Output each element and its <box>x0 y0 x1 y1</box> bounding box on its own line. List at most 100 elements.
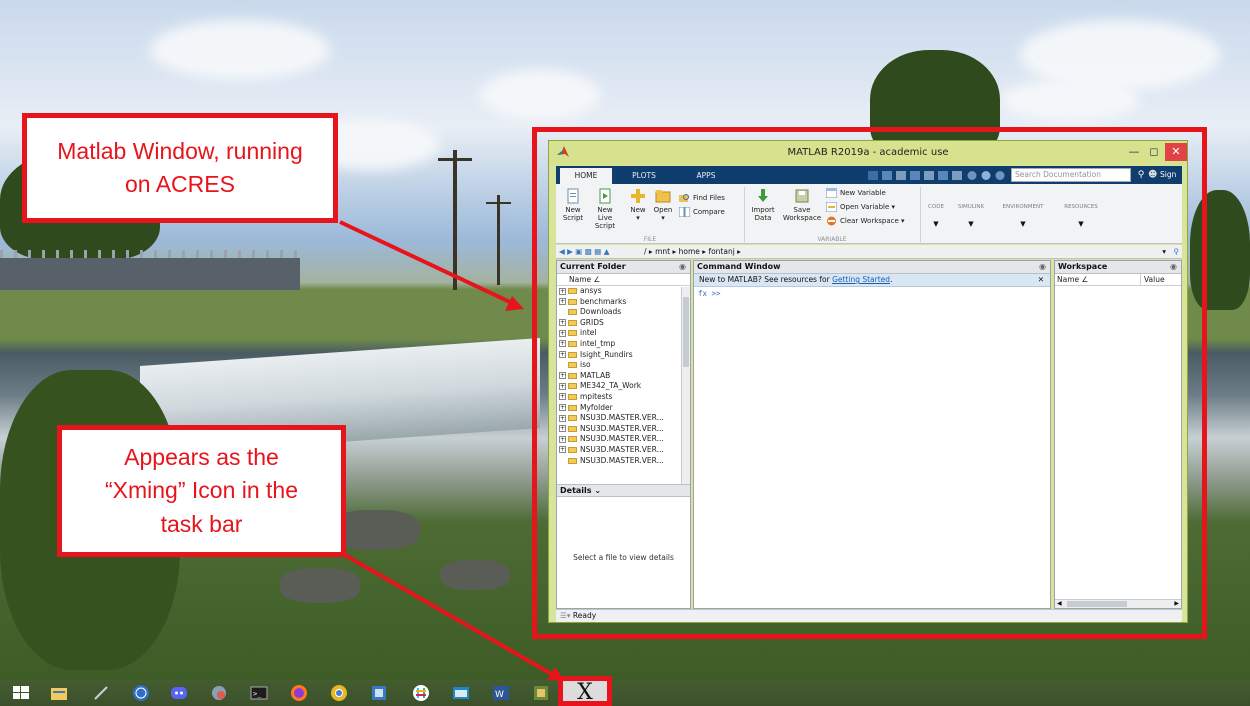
matlab-window[interactable]: MATLAB R2019a - academic use — ◻ ✕ HOME … <box>548 140 1188 623</box>
navigation-icons[interactable]: ◀ ▶ ▣ ▩ ▦ ▲ <box>559 245 609 258</box>
list-item[interactable]: Downloads <box>557 307 680 318</box>
quick-access-toolbar-icon[interactable] <box>866 169 1006 181</box>
notice-close-icon[interactable]: ✕ <box>1038 274 1044 286</box>
workspace-value-column[interactable]: Value <box>1140 274 1165 285</box>
discord-icon[interactable] <box>170 684 188 702</box>
list-item[interactable]: + NSU3D.MASTER.VER... <box>557 434 680 445</box>
breadcrumb-home[interactable]: home <box>679 247 700 256</box>
breadcrumb-fontanj[interactable]: fontanj <box>708 247 734 256</box>
expand-icon[interactable]: + <box>559 404 566 412</box>
import-data-button[interactable]: Import Data <box>749 188 777 222</box>
breadcrumb-root[interactable]: / <box>644 247 647 256</box>
clock-app-icon[interactable] <box>132 684 150 702</box>
path-dropdown-icon[interactable]: ▾ <box>1162 245 1166 258</box>
tool-icon[interactable] <box>92 684 110 702</box>
folder-name: MATLAB <box>580 370 611 380</box>
environment-section[interactable]: ENVIRONMENT ▼ <box>993 204 1053 228</box>
address-bar[interactable]: ◀ ▶ ▣ ▩ ▦ ▲ / ▸ mnt ▸ home ▸ fontanj ▸ ▾… <box>556 245 1182 259</box>
list-item[interactable]: + NSU3D.MASTER.VER... <box>557 413 680 424</box>
title-bar[interactable]: MATLAB R2019a - academic use — ◻ ✕ <box>549 141 1187 165</box>
simulink-section[interactable]: SIMULINK ▼ <box>951 204 991 228</box>
open-button[interactable]: Open ▾ <box>650 188 676 222</box>
command-prompt[interactable]: fx >> <box>694 287 1050 298</box>
list-item[interactable]: + intel <box>557 328 680 339</box>
code-section[interactable]: CODE ▼ <box>924 204 948 228</box>
expand-icon[interactable]: + <box>559 446 566 454</box>
maximize-button[interactable]: ◻ <box>1144 143 1164 161</box>
expand-icon[interactable]: + <box>559 425 566 433</box>
expand-icon[interactable]: + <box>559 351 566 359</box>
list-item[interactable]: + benchmarks <box>557 297 680 308</box>
current-folder-header[interactable]: Current Folder ◉ <box>557 261 690 274</box>
compare-label: Compare <box>693 207 725 216</box>
expand-icon[interactable]: + <box>559 435 566 443</box>
breadcrumb[interactable]: / ▸ mnt ▸ home ▸ fontanj ▸ <box>644 245 741 258</box>
list-item[interactable]: + ansys <box>557 286 680 297</box>
list-item[interactable]: + Myfolder <box>557 403 680 414</box>
panel-menu-icon[interactable]: ◉ <box>1170 261 1177 273</box>
minimize-button[interactable]: — <box>1124 143 1144 161</box>
command-window-panel[interactable]: Command Window ◉ New to MATLAB? See reso… <box>693 260 1051 609</box>
list-item[interactable]: iso <box>557 360 680 371</box>
tab-home[interactable]: HOME <box>560 168 612 184</box>
compare-button[interactable]: Compare <box>679 206 725 217</box>
details-collapse-icon[interactable]: ⌄ <box>594 486 601 495</box>
workspace-name-column[interactable]: Name ∠ <box>1057 275 1088 284</box>
list-item[interactable]: NSU3D.MASTER.VER... <box>557 456 680 467</box>
search-icon[interactable]: ⚲ <box>1134 168 1148 182</box>
tab-plots[interactable]: PLOTS <box>614 168 674 184</box>
open-variable-button[interactable]: Open Variable ▾ <box>826 201 895 212</box>
list-item[interactable]: + ME342_TA_Work <box>557 381 680 392</box>
new-variable-button[interactable]: New Variable <box>826 187 886 198</box>
folder-scrollbar[interactable] <box>681 287 690 485</box>
list-item[interactable]: + NSU3D.MASTER.VER... <box>557 445 680 456</box>
expand-icon[interactable]: + <box>559 382 566 390</box>
expand-icon[interactable]: + <box>559 329 566 337</box>
name-column-header[interactable]: Name ∠ <box>557 274 690 286</box>
new-button[interactable]: New ▾ <box>627 188 649 222</box>
file-explorer-icon[interactable] <box>50 684 68 702</box>
chrome-icon[interactable] <box>330 684 348 702</box>
save-workspace-button[interactable]: Save Workspace <box>782 188 822 222</box>
list-item[interactable]: + Isight_Rundirs <box>557 350 680 361</box>
expand-icon[interactable]: + <box>559 372 566 380</box>
panel-menu-icon[interactable]: ◉ <box>679 261 686 273</box>
expand-icon[interactable]: + <box>559 393 566 401</box>
find-files-button[interactable]: Find Files <box>679 192 725 203</box>
expand-icon[interactable]: + <box>559 287 566 295</box>
list-item[interactable]: + mpitests <box>557 392 680 403</box>
expand-icon[interactable]: + <box>559 298 566 306</box>
details-header[interactable]: Details ⌄ <box>557 484 690 497</box>
app-icon[interactable] <box>210 684 228 702</box>
expand-icon[interactable]: + <box>559 414 566 422</box>
app-icon[interactable] <box>452 684 470 702</box>
workspace-horizontal-scrollbar[interactable]: ◀ ▶ <box>1055 599 1181 608</box>
command-window-header[interactable]: Command Window ◉ <box>694 261 1050 274</box>
status-grip-icon[interactable]: ☰▾ <box>560 611 571 620</box>
new-script-button[interactable]: New Script <box>560 188 586 222</box>
list-item[interactable]: + NSU3D.MASTER.VER... <box>557 424 680 435</box>
search-documentation-input[interactable]: Search Documentation <box>1011 168 1131 182</box>
expand-icon[interactable]: + <box>559 319 566 327</box>
windows-start-icon[interactable] <box>12 684 30 702</box>
breadcrumb-mnt[interactable]: mnt <box>655 247 670 256</box>
word-icon[interactable]: W <box>492 684 510 702</box>
app-icon[interactable] <box>532 684 550 702</box>
terminal-icon[interactable]: >_ <box>250 684 268 702</box>
firefox-icon[interactable] <box>290 684 308 702</box>
panel-menu-icon[interactable]: ◉ <box>1039 261 1046 273</box>
getting-started-link[interactable]: Getting Started <box>832 275 890 284</box>
tab-apps[interactable]: APPS <box>676 168 736 184</box>
expand-icon[interactable]: + <box>559 340 566 348</box>
list-item[interactable]: + GRIDS <box>557 318 680 329</box>
list-item[interactable]: + intel_tmp <box>557 339 680 350</box>
resources-section[interactable]: RESOURCES ▼ <box>1056 204 1106 228</box>
app-icon[interactable] <box>370 684 388 702</box>
list-item[interactable]: + MATLAB <box>557 371 680 382</box>
clear-workspace-button[interactable]: Clear Workspace ▾ <box>826 215 905 226</box>
close-button[interactable]: ✕ <box>1165 143 1187 161</box>
new-live-script-button[interactable]: New Live Script <box>587 188 623 230</box>
workspace-header[interactable]: Workspace ◉ <box>1055 261 1181 274</box>
path-search-icon[interactable]: ⚲ <box>1174 245 1180 258</box>
slack-icon[interactable] <box>412 684 430 702</box>
